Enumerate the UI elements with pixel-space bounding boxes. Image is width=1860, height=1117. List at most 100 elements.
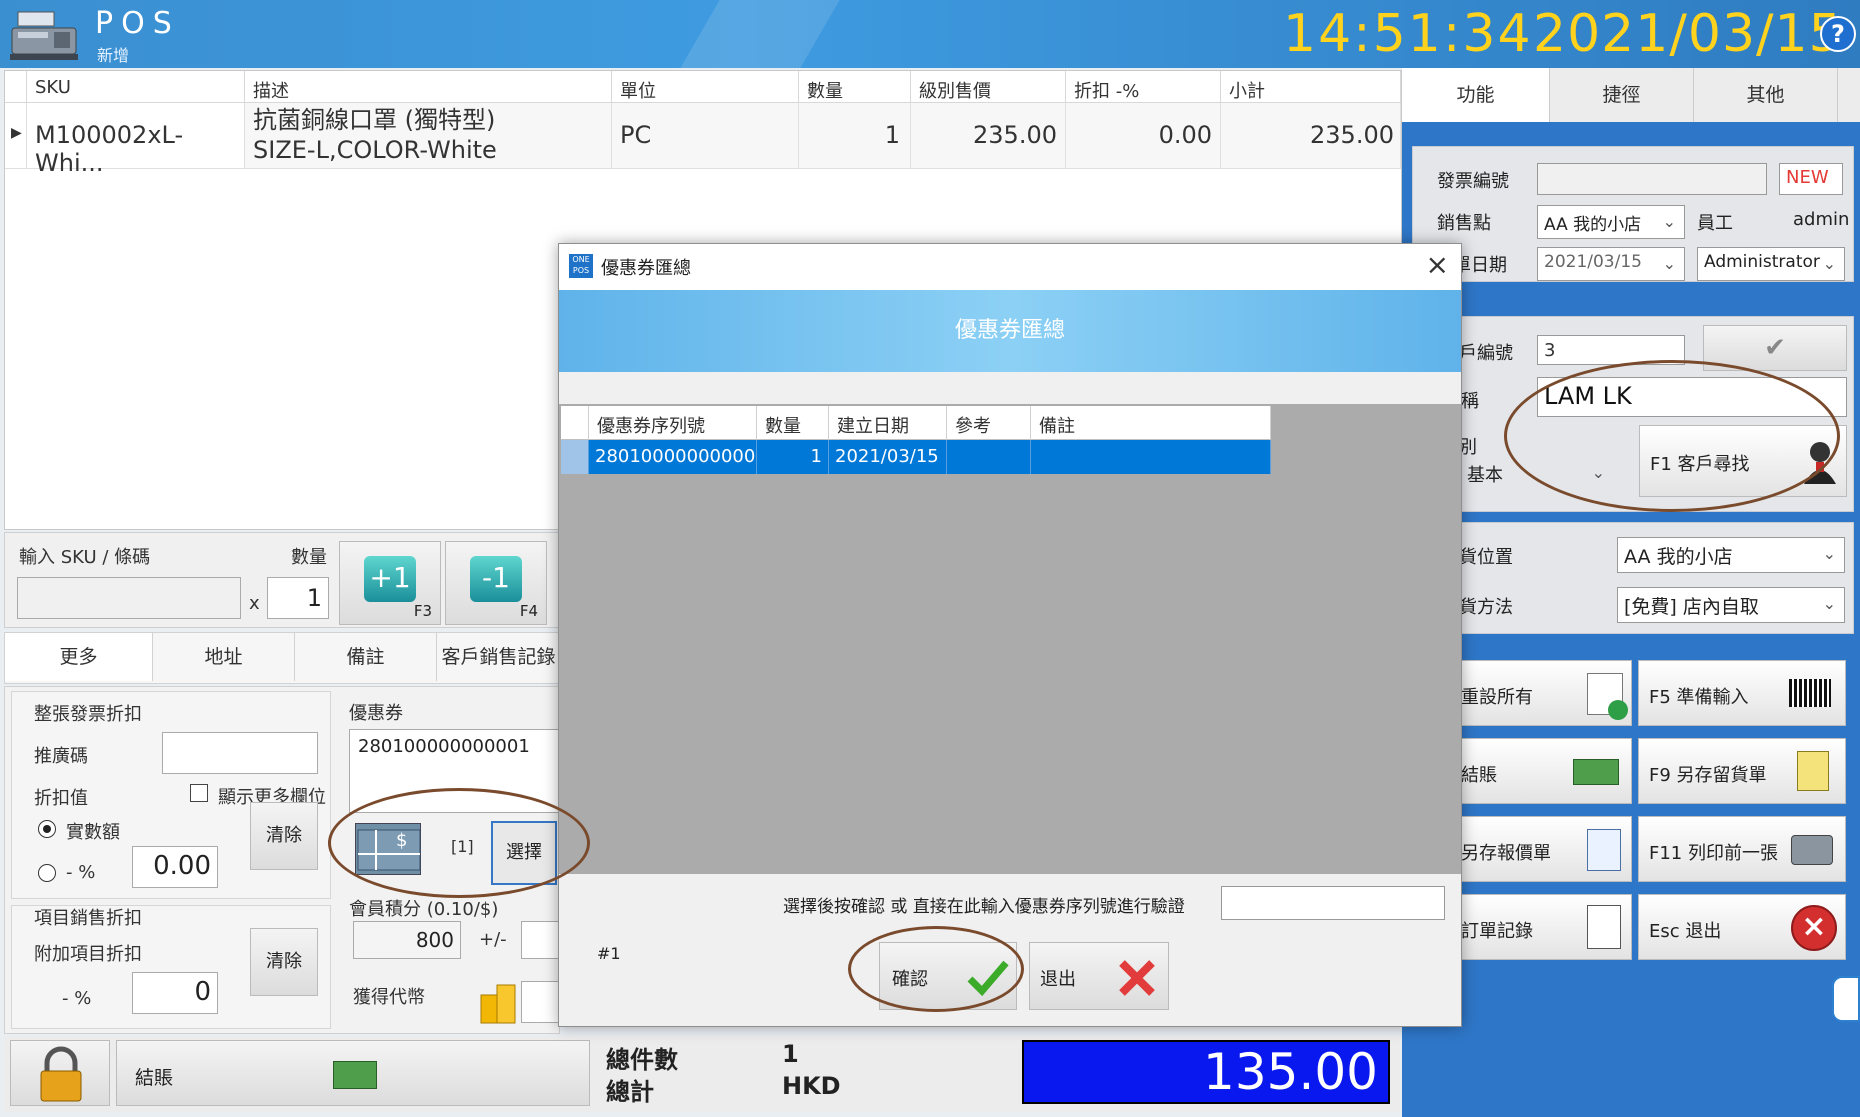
tab-functions[interactable]: 功能 — [1402, 68, 1550, 122]
times-sign: x — [249, 593, 260, 614]
chevron-down-icon: ⌄ — [1822, 594, 1836, 613]
lock-icon — [40, 1046, 82, 1102]
clear-discount-button[interactable]: 清除 — [250, 802, 318, 870]
checkmark-icon: ✔ — [1764, 333, 1786, 363]
tab-sales-history[interactable]: 客戶銷售記錄 — [437, 633, 561, 681]
reset-all-label: 重設所有 — [1461, 687, 1533, 708]
tokens-label: 獲得代幣 — [353, 987, 425, 1008]
role-value: Administrator — [1704, 252, 1820, 272]
dialog-hint: 選擇後按確認 或 直接在此輸入優惠券序列號進行驗證 — [783, 897, 1185, 917]
cell-note[interactable] — [1031, 440, 1271, 474]
percent-radio[interactable] — [38, 864, 56, 882]
reset-icon — [1587, 673, 1628, 720]
role-select[interactable]: Administrator ⌄ — [1697, 247, 1845, 281]
cell-sku[interactable]: M100002xL-Whi... — [27, 103, 245, 177]
list-icon — [1587, 905, 1621, 949]
show-more-checkbox[interactable] — [190, 784, 208, 802]
promo-code-input[interactable] — [162, 732, 318, 774]
plus-one-button[interactable]: +1 F3 — [339, 541, 441, 625]
staff-label: 員工 — [1697, 213, 1733, 234]
item-discount-box: 項目銷售折扣 附加項目折扣 - % 0 清除 — [11, 905, 331, 1029]
coupon-grid-area: 優惠券序列號 數量 建立日期 參考 備註 280100000000001 1 2… — [559, 404, 1461, 874]
shop-select[interactable]: AA 我的小店 ⌄ — [1537, 205, 1685, 239]
exit-icon: × — [1791, 905, 1837, 951]
reset-all-button[interactable]: 重設所有 — [1456, 660, 1632, 726]
chevron-down-icon: ⌄ — [1822, 544, 1836, 563]
cell-qty[interactable]: 1 — [757, 440, 829, 474]
cell-serial[interactable]: 280100000000001 — [589, 440, 767, 474]
close-icon[interactable]: × — [1426, 248, 1449, 281]
tab-shortcuts[interactable]: 捷徑 — [1550, 68, 1694, 122]
discount-value-label: 折扣值 — [34, 788, 88, 809]
dialog-exit-button[interactable]: 退出 — [1029, 942, 1169, 1010]
order-history-button[interactable]: 訂單記錄 — [1456, 894, 1632, 960]
plus-one-key: F3 — [413, 602, 432, 620]
points-adjust-input[interactable] — [521, 921, 561, 959]
column-header-date[interactable]: 建立日期 — [829, 406, 947, 440]
item-discount-input[interactable]: 0 — [132, 972, 218, 1014]
chevron-down-icon: ⌄ — [1822, 254, 1836, 273]
side-checkout-button[interactable]: 結賬 — [1456, 738, 1632, 804]
sku-entry-panel: 輸入 SKU / 條碼 數量 x 1 +1 F3 -1 F4 — [4, 532, 560, 628]
save-quote-button[interactable]: 另存報價單 — [1456, 816, 1632, 882]
new-invoice-button[interactable]: NEW — [1779, 163, 1843, 195]
cell-qty[interactable]: 1 — [799, 103, 911, 169]
cell-discount[interactable]: 0.00 — [1066, 103, 1221, 169]
cell-unit[interactable]: PC — [612, 103, 799, 169]
help-button[interactable]: ? — [1820, 16, 1856, 52]
cell-description[interactable]: 抗菌銅線口罩 (獨特型) SIZE-L,COLOR-White — [245, 103, 612, 169]
side-checkout-label: 結賬 — [1461, 765, 1497, 786]
coupon-serial-input[interactable] — [1221, 886, 1445, 920]
points-input[interactable]: 800 — [353, 921, 461, 959]
delivery-method-select[interactable]: [免費] 店內自取 ⌄ — [1617, 587, 1845, 623]
tab-more[interactable]: 更多 — [5, 633, 153, 681]
save-hold-button[interactable]: F9 另存留貨單 — [1638, 738, 1846, 804]
column-header-serial[interactable]: 優惠券序列號 — [589, 406, 757, 440]
order-date-value: 2021/03/15 — [1544, 252, 1642, 272]
coupon-title: 優惠券 — [349, 703, 403, 724]
exit-button[interactable]: Esc 退出 × — [1638, 894, 1846, 960]
sku-label: 輸入 SKU / 條碼 — [19, 547, 151, 568]
sku-input[interactable] — [17, 577, 241, 619]
column-header-discount[interactable]: 折扣 -% — [1066, 71, 1221, 103]
amount-radio[interactable] — [38, 820, 56, 838]
side-handle-icon[interactable] — [1832, 976, 1860, 1022]
column-header-price[interactable]: 級別售價 — [911, 71, 1066, 103]
clear-item-discount-button[interactable]: 清除 — [250, 928, 318, 996]
discount-value-input[interactable]: 0.00 — [132, 846, 218, 888]
tab-remarks[interactable]: 備註 — [295, 633, 437, 681]
dialog-title: 優惠券匯總 — [601, 258, 691, 279]
qty-label: 數量 — [291, 547, 327, 568]
save-quote-label: 另存報價單 — [1461, 843, 1551, 864]
qty-input[interactable]: 1 — [267, 577, 329, 619]
column-header-unit[interactable]: 單位 — [612, 71, 799, 103]
order-date-select[interactable]: 2021/03/15 ⌄ — [1537, 247, 1685, 281]
prepare-input-button[interactable]: F5 準備輸入 — [1638, 660, 1846, 726]
column-header-note[interactable]: 備註 — [1031, 406, 1271, 440]
cell-subtotal[interactable]: 235.00 — [1221, 103, 1401, 169]
column-header-qty[interactable]: 數量 — [757, 406, 829, 440]
cell-ref[interactable] — [947, 440, 1031, 474]
checkout-button[interactable]: 結賬 — [116, 1040, 590, 1106]
total-items-value: 1 — [782, 1040, 799, 1068]
tab-address[interactable]: 地址 — [153, 633, 295, 681]
column-header-qty[interactable]: 數量 — [799, 71, 911, 103]
location-select[interactable]: AA 我的小店 ⌄ — [1617, 537, 1845, 573]
column-header-subtotal[interactable]: 小計 — [1221, 71, 1401, 103]
lock-button[interactable] — [10, 1040, 110, 1106]
row-selector[interactable] — [561, 440, 589, 474]
dialog-banner: 優惠券匯總 — [559, 290, 1461, 372]
tab-other[interactable]: 其他 — [1694, 68, 1838, 122]
cell-price[interactable]: 235.00 — [911, 103, 1066, 169]
column-header-sku[interactable]: SKU — [27, 71, 245, 103]
print-last-button[interactable]: F11 列印前一張 — [1638, 816, 1846, 882]
column-header-ref[interactable]: 參考 — [947, 406, 1031, 440]
shop-value: AA 我的小店 — [1544, 215, 1642, 235]
location-label: 貨位置 — [1459, 547, 1513, 568]
invoice-no-input[interactable] — [1537, 163, 1767, 195]
grand-total: 135.00 — [1022, 1040, 1390, 1104]
cell-date[interactable]: 2021/03/15 — [829, 440, 947, 474]
tokens-input[interactable] — [521, 981, 561, 1023]
minus-one-button[interactable]: -1 F4 — [445, 541, 547, 625]
column-header-description[interactable]: 描述 — [245, 71, 612, 103]
